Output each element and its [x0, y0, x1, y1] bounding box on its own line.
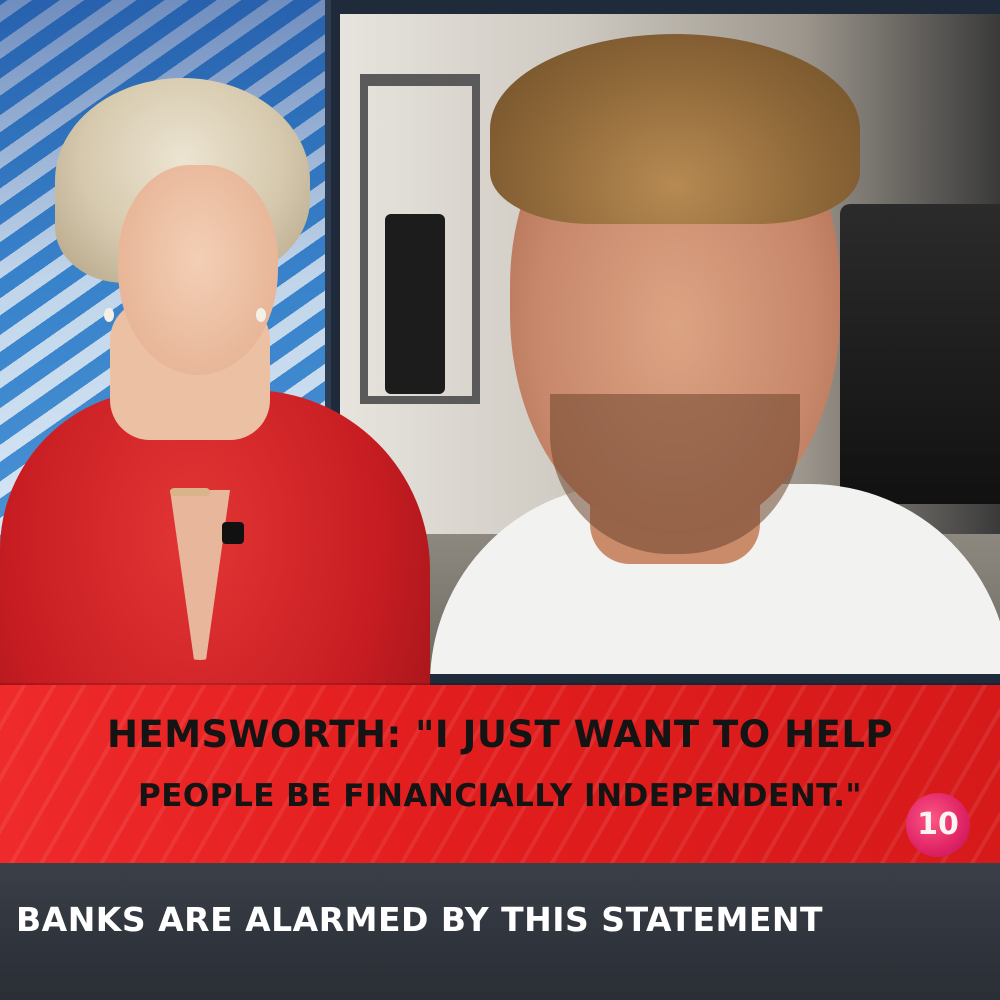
headline-line-1: HEMSWORTH: "I JUST WANT TO HELP: [106, 713, 894, 756]
news-frame: HEMSWORTH: "I JUST WANT TO HELP PEOPLE B…: [0, 0, 1000, 1000]
gym-machine: [840, 204, 1000, 504]
headline-band: [0, 685, 1000, 863]
anchor-earring-left: [104, 308, 114, 322]
anchor-dress-clasp: [170, 488, 210, 496]
lapel-microphone: [222, 522, 244, 544]
anchor-face: [118, 165, 278, 375]
guest-hair: [490, 34, 860, 224]
gym-bench: [385, 214, 445, 394]
video-call-feed: [340, 14, 1000, 674]
network-10-logo: 10: [906, 793, 970, 857]
caption-text: BANKS ARE ALARMED BY THIS STATEMENT: [16, 900, 824, 939]
anchor-earring-right: [256, 308, 266, 322]
headline-line-2: PEOPLE BE FINANCIALLY INDEPENDENT.": [137, 778, 863, 814]
